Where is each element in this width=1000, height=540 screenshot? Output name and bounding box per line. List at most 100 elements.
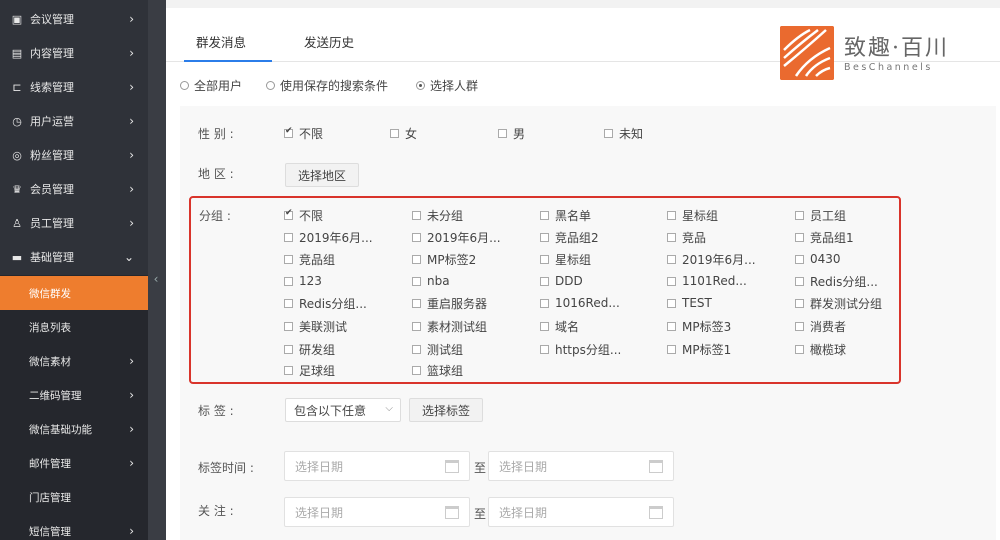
- gender-option-label: 女: [405, 126, 418, 141]
- group-option[interactable]: 足球组: [284, 361, 335, 379]
- sidebar-subitem[interactable]: 门店管理: [0, 480, 148, 514]
- sidebar-subitem[interactable]: 短信管理 ›: [0, 514, 148, 540]
- group-option[interactable]: 素材测试组: [412, 317, 487, 335]
- sidebar-item[interactable]: ▬ 基础管理 ⌄: [0, 240, 148, 274]
- audience-all-radio[interactable]: 全部用户: [180, 76, 242, 94]
- sidebar-item[interactable]: ▤ 内容管理 ›: [0, 36, 148, 70]
- sidebar-item[interactable]: ◎ 粉丝管理 ›: [0, 138, 148, 172]
- sidebar-subitem[interactable]: 微信素材 ›: [0, 344, 148, 378]
- group-option[interactable]: 美联测试: [284, 317, 347, 335]
- group-option[interactable]: 竞品组2: [540, 228, 599, 246]
- sidebar-subitem[interactable]: 消息列表: [0, 310, 148, 344]
- checkbox-icon: [412, 276, 421, 286]
- sidebar-item[interactable]: ♛ 会员管理 ›: [0, 172, 148, 206]
- group-option[interactable]: 群发测试分组: [795, 294, 882, 312]
- checkbox-icon: [795, 321, 804, 331]
- tag-time-start-input[interactable]: 选择日期: [284, 451, 470, 481]
- group-option-label: 星标组: [555, 252, 592, 267]
- group-option[interactable]: TEST: [667, 294, 712, 312]
- sidebar-subitem[interactable]: 二维码管理 ›: [0, 378, 148, 412]
- chevron-down-icon: ⌵: [385, 403, 393, 414]
- group-option[interactable]: 2019年6月...: [284, 228, 373, 246]
- group-option[interactable]: 未分组: [412, 206, 463, 224]
- checkbox-icon: [390, 128, 399, 138]
- sidebar-item[interactable]: ▣ 会议管理 ›: [0, 2, 148, 36]
- tag-time-label: 标签时间 :: [198, 461, 254, 475]
- group-option[interactable]: 2019年6月...: [667, 250, 756, 268]
- group-option[interactable]: 不限: [284, 206, 323, 224]
- group-option[interactable]: 0430: [795, 250, 841, 268]
- calendar-icon: [649, 506, 663, 519]
- checkbox-icon: [284, 344, 293, 354]
- checkbox-icon: [540, 276, 549, 286]
- group-option[interactable]: 竞品: [667, 228, 706, 246]
- checkbox-icon: [540, 321, 549, 331]
- checkbox-icon: [412, 232, 421, 242]
- tag-time-end-input[interactable]: 选择日期: [488, 451, 674, 481]
- group-option[interactable]: https分组...: [540, 340, 621, 358]
- group-option[interactable]: 竞品组1: [795, 228, 854, 246]
- audience-all-label: 全部用户: [194, 78, 243, 93]
- gender-option[interactable]: 未知: [604, 124, 643, 142]
- group-option-label: 足球组: [299, 363, 336, 378]
- group-option[interactable]: MP标签3: [667, 317, 731, 335]
- gender-option[interactable]: 不限: [284, 124, 323, 142]
- sidebar-subitem[interactable]: 邮件管理 ›: [0, 446, 148, 480]
- gender-option[interactable]: 女: [390, 124, 417, 142]
- group-option-label: DDD: [555, 274, 583, 288]
- group-option[interactable]: 消费者: [795, 317, 846, 335]
- group-option[interactable]: 竞品组: [284, 250, 335, 268]
- select-region-button[interactable]: 选择地区: [285, 163, 360, 187]
- audience-select-radio[interactable]: 选择人群: [416, 76, 478, 94]
- tab-group-send[interactable]: 群发消息: [196, 32, 246, 51]
- follow-start-input[interactable]: 选择日期: [284, 497, 470, 527]
- group-option-label: 123: [299, 274, 322, 288]
- tags-label: 标 签 :: [198, 404, 234, 418]
- group-option[interactable]: nba: [412, 272, 450, 290]
- group-option-label: 测试组: [427, 342, 464, 357]
- sidebar-item-label: 线索管理: [30, 81, 74, 94]
- tag-match-select[interactable]: 包含以下任意 ⌵: [285, 398, 401, 422]
- group-option[interactable]: 2019年6月...: [412, 228, 501, 246]
- group-option[interactable]: 1016Red...: [540, 294, 620, 312]
- group-option[interactable]: 星标组: [540, 250, 591, 268]
- crown-icon: ♛: [12, 182, 22, 196]
- tag-match-value: 包含以下任意: [294, 403, 367, 418]
- checkbox-icon: [667, 298, 676, 308]
- calendar-icon: [649, 460, 663, 473]
- sidebar-subitem[interactable]: 微信群发: [0, 276, 148, 310]
- chevron-right-icon: ›: [129, 456, 134, 470]
- group-option[interactable]: MP标签2: [412, 250, 476, 268]
- audience-saved-radio[interactable]: 使用保存的搜索条件: [266, 76, 388, 94]
- sidebar-collapse-toggle[interactable]: ‹: [150, 268, 162, 290]
- group-option[interactable]: Redis分组...: [795, 272, 878, 290]
- group-option-label: nba: [427, 274, 450, 288]
- group-option[interactable]: 123: [284, 272, 322, 290]
- sidebar-item[interactable]: ⊏ 线索管理 ›: [0, 70, 148, 104]
- group-option[interactable]: 重启服务器: [412, 294, 487, 312]
- group-option[interactable]: 篮球组: [412, 361, 463, 379]
- group-option[interactable]: Redis分组...: [284, 294, 367, 312]
- sidebar-item[interactable]: ◷ 用户运营 ›: [0, 104, 148, 138]
- group-option[interactable]: 黑名单: [540, 206, 591, 224]
- follow-end-input[interactable]: 选择日期: [488, 497, 674, 527]
- chevron-right-icon: ›: [129, 354, 134, 368]
- group-option[interactable]: 员工组: [795, 206, 846, 224]
- group-option[interactable]: 域名: [540, 317, 579, 335]
- sidebar: ▣ 会议管理 › ▤ 内容管理 › ⊏ 线索管理 › ◷ 用户运营 › ◎ 粉丝管理 › ♛ 会员管理 › ♙ 员工管…: [0, 0, 148, 540]
- sidebar-item[interactable]: ♙ 员工管理 ›: [0, 206, 148, 240]
- group-option[interactable]: 橄榄球: [795, 340, 846, 358]
- group-option[interactable]: MP标签1: [667, 340, 731, 358]
- group-option[interactable]: 1101Red...: [667, 272, 747, 290]
- group-option[interactable]: 星标组: [667, 206, 718, 224]
- chevron-right-icon: ›: [129, 388, 134, 402]
- group-option[interactable]: 测试组: [412, 340, 463, 358]
- tab-send-history[interactable]: 发送历史: [304, 32, 354, 51]
- checkbox-icon: [795, 298, 804, 308]
- gender-option[interactable]: 男: [498, 124, 525, 142]
- group-option[interactable]: DDD: [540, 272, 583, 290]
- select-tags-button[interactable]: 选择标签: [409, 398, 484, 422]
- sidebar-subitem[interactable]: 微信基础功能 ›: [0, 412, 148, 446]
- checkbox-icon: [412, 298, 421, 308]
- group-option[interactable]: 研发组: [284, 340, 335, 358]
